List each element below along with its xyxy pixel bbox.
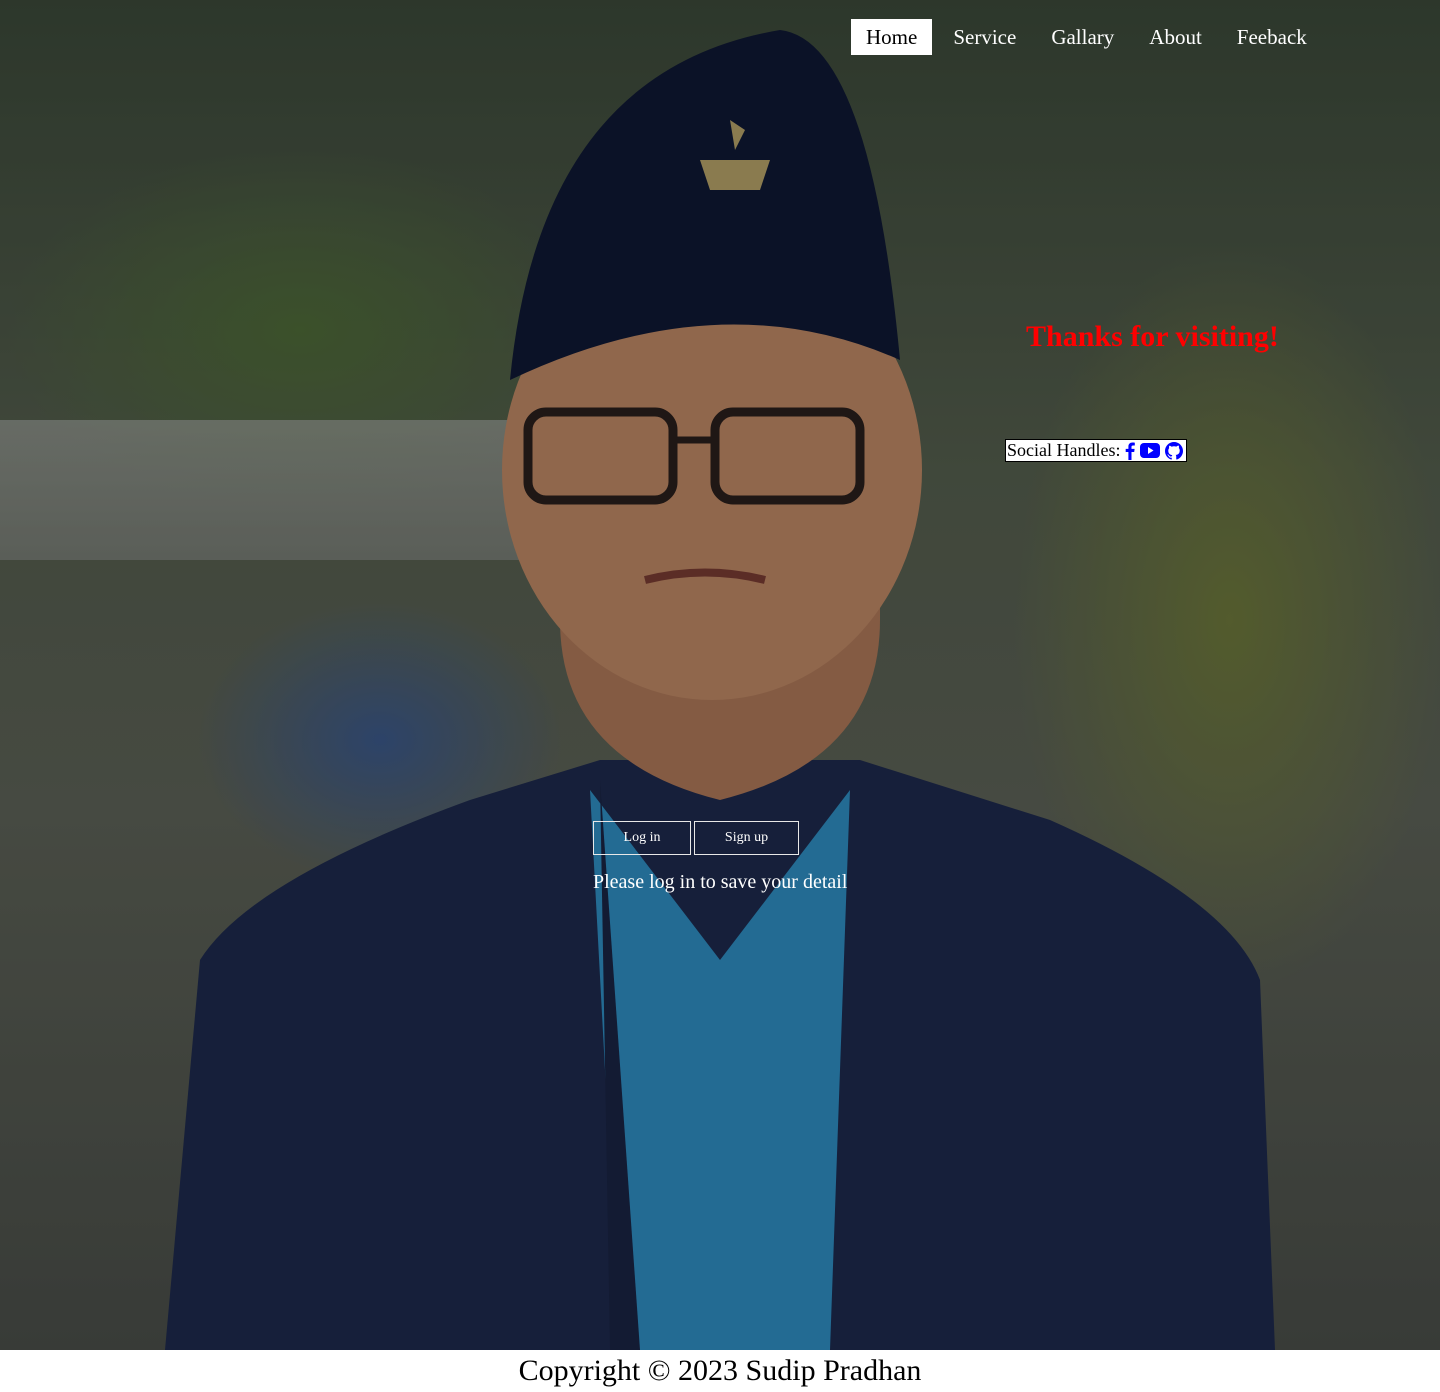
nav-item-feeback[interactable]: Feeback [1220, 19, 1324, 55]
nav-item-service[interactable]: Service [936, 19, 1033, 55]
social-handles-label: Social Handles: [1007, 440, 1121, 460]
signup-button[interactable]: Sign up [694, 821, 799, 855]
dark-overlay [0, 0, 1440, 1350]
main-nav: Home Service Gallary About Feeback [851, 19, 1325, 55]
youtube-icon[interactable] [1140, 443, 1161, 458]
social-handles: Social Handles: [1005, 439, 1188, 462]
nav-item-home[interactable]: Home [851, 19, 933, 55]
hero-background [0, 0, 1440, 1350]
thanks-heading: Thanks for visiting! [1026, 320, 1279, 353]
github-icon[interactable] [1165, 441, 1184, 460]
nav-item-about[interactable]: About [1132, 19, 1219, 55]
auth-buttons: Log in Sign up [593, 821, 799, 855]
facebook-icon[interactable] [1125, 442, 1136, 460]
login-prompt: Please log in to save your detail [593, 871, 848, 893]
footer-copyright: Copyright © 2023 Sudip Pradhan [518, 1354, 922, 1387]
nav-item-gallary[interactable]: Gallary [1034, 19, 1131, 55]
login-button[interactable]: Log in [593, 821, 691, 855]
